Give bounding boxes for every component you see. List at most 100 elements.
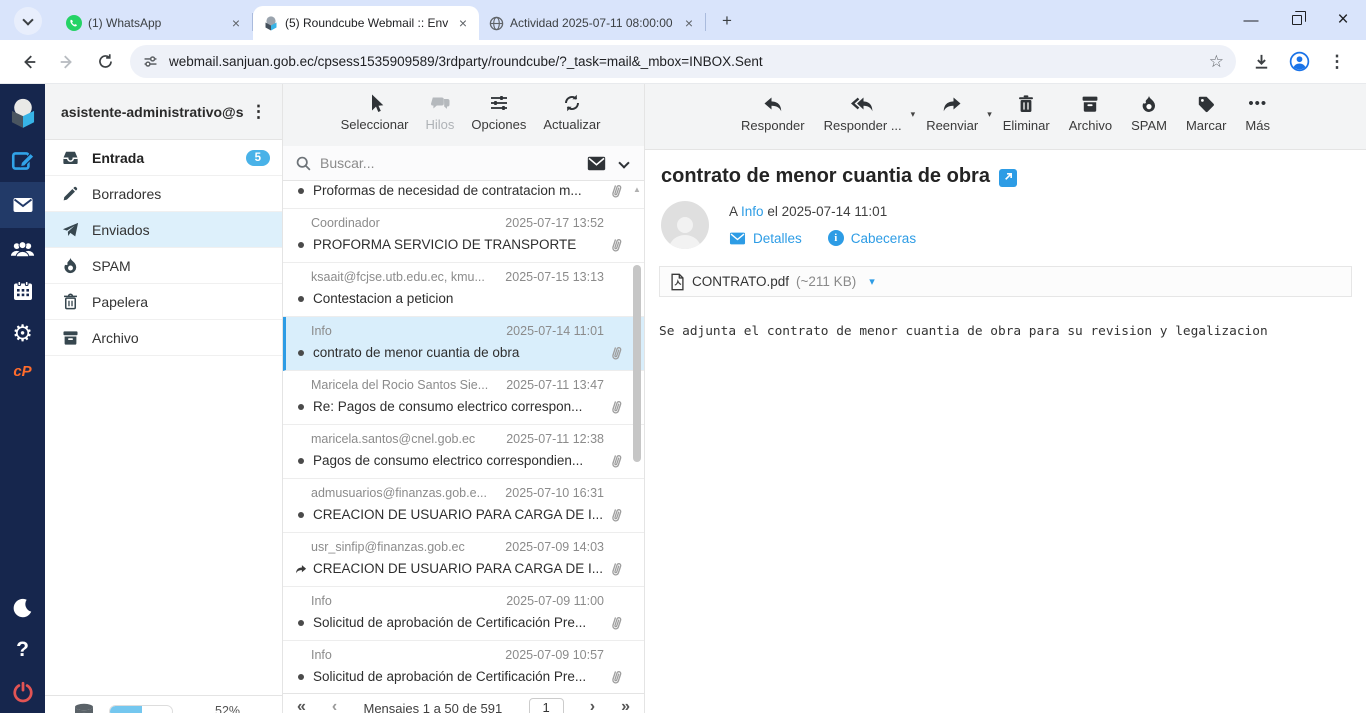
close-icon[interactable]: × — [681, 15, 697, 31]
paperclip-icon — [609, 399, 624, 415]
close-icon[interactable]: × — [228, 15, 244, 31]
select-label: Seleccionar — [341, 117, 409, 132]
select-button[interactable]: Seleccionar — [341, 93, 409, 146]
bookmark-star-icon[interactable]: ☆ — [1209, 52, 1224, 72]
list-scrollbar[interactable]: ▲ ▼ — [631, 185, 643, 709]
download-button[interactable] — [1244, 45, 1278, 79]
restore-button[interactable] — [1274, 0, 1320, 40]
help-button[interactable]: ? — [0, 629, 45, 671]
browser-menu-button[interactable]: ⋮ — [1320, 45, 1354, 79]
search-scope-mail-icon[interactable] — [587, 156, 606, 171]
message-list-row[interactable]: Info 2025-07-14 11:01 contrato de menor … — [283, 317, 644, 371]
row-date: 2025-07-17 13:52 — [505, 216, 604, 230]
spam-fire-icon — [1139, 94, 1159, 114]
reply-button[interactable]: Responder — [741, 94, 805, 149]
scrollbar-thumb[interactable] — [633, 265, 641, 462]
tab-roundcube[interactable]: (5) Roundcube Webmail :: Envia × — [253, 6, 479, 40]
forward-caret-icon[interactable]: ▾ — [987, 109, 992, 120]
settings-button[interactable]: ⚙ — [0, 312, 45, 354]
row-sender: Coordinador — [311, 216, 497, 230]
unread-dot-icon — [298, 242, 304, 248]
message-list-row[interactable]: usr_sinfip@finanzas.gob.ec 2025-07-09 14… — [283, 533, 644, 587]
attachment-row[interactable]: CONTRATO.pdf (~211 KB) ▾ — [659, 266, 1352, 297]
options-button[interactable]: Opciones — [471, 93, 526, 146]
reload-button[interactable] — [88, 45, 122, 79]
address-bar[interactable]: webmail.sanjuan.gob.ec/cpsess1535909589/… — [130, 45, 1236, 78]
mail-nav-button[interactable] — [0, 182, 45, 228]
logout-button[interactable] — [0, 671, 45, 713]
folder-enviados[interactable]: Enviados — [45, 212, 282, 248]
refresh-button[interactable]: Actualizar — [543, 93, 600, 146]
threads-button[interactable]: Hilos — [426, 93, 455, 146]
search-input[interactable] — [320, 155, 579, 171]
cpanel-button[interactable]: cP — [0, 354, 45, 388]
tab-actividad[interactable]: Actividad 2025-07-11 08:00:00 × — [479, 6, 705, 40]
open-in-new-window-icon[interactable] — [999, 169, 1017, 187]
pointer-icon — [365, 93, 385, 113]
row-date: 2025-07-10 16:31 — [505, 486, 604, 500]
message-list-row[interactable]: Info 2025-07-09 11:00 Solicitud de aprob… — [283, 587, 644, 641]
folder-actions-button[interactable]: ⋮ — [244, 102, 274, 122]
date-prefix: el — [767, 204, 778, 219]
tab-search-button[interactable] — [14, 7, 42, 35]
attachment-menu-caret-icon[interactable]: ▾ — [869, 275, 875, 288]
minimize-button[interactable]: — — [1228, 0, 1274, 40]
calendar-icon — [11, 279, 35, 303]
tab-title: (1) WhatsApp — [88, 16, 222, 30]
tab-whatsapp[interactable]: (1) WhatsApp × — [56, 6, 252, 40]
new-tab-button[interactable]: + — [714, 8, 740, 34]
scroll-up-icon[interactable]: ▲ — [633, 185, 641, 194]
message-list-row[interactable]: Coordinador 2025-07-17 13:52 PROFORMA SE… — [283, 209, 644, 263]
row-sender: ksaait@fcjse.utb.edu.ec, kmu... — [311, 270, 497, 284]
message-list-row[interactable]: maricela.santos@cnel.gob.ec 2025-07-11 1… — [283, 425, 644, 479]
recipient-link[interactable]: Info — [741, 204, 764, 219]
dark-mode-button[interactable] — [0, 587, 45, 629]
next-page-button[interactable]: › — [590, 699, 595, 713]
calendar-button[interactable] — [0, 270, 45, 312]
message-list-row[interactable]: admusuarios@finanzas.gob.e... 2025-07-10… — [283, 479, 644, 533]
attachment-size: (~211 KB) — [796, 274, 856, 289]
folder-borradores[interactable]: Borradores — [45, 176, 282, 212]
back-button[interactable] — [12, 45, 46, 79]
details-link[interactable]: Detalles — [753, 231, 802, 246]
mark-button[interactable]: Marcar — [1186, 94, 1226, 149]
mark-label: Marcar — [1186, 118, 1226, 133]
site-settings-icon[interactable] — [142, 53, 159, 70]
paperclip-icon — [609, 183, 624, 199]
message-list-row[interactable]: Maricela del Rocio Santos Sie... 2025-07… — [283, 371, 644, 425]
prev-page-button[interactable]: ‹ — [332, 699, 337, 713]
compose-button[interactable] — [0, 140, 45, 182]
headers-link[interactable]: Cabeceras — [851, 231, 916, 246]
url-text[interactable]: webmail.sanjuan.gob.ec/cpsess1535909589/… — [169, 54, 1209, 69]
forward-button[interactable] — [50, 45, 84, 79]
folder-spam[interactable]: SPAM — [45, 248, 282, 284]
more-button[interactable]: ••• Más — [1245, 94, 1270, 149]
first-page-button[interactable]: « — [297, 699, 306, 713]
close-icon[interactable]: × — [455, 15, 471, 31]
unread-dot-icon — [298, 296, 304, 302]
folder-papelera[interactable]: Papelera — [45, 284, 282, 320]
reload-icon — [97, 53, 114, 70]
message-list-row[interactable]: Coordinador 2025-07-18 13:19 Proformas d… — [283, 181, 644, 209]
delete-button[interactable]: Eliminar — [1003, 94, 1050, 149]
message-list-row[interactable]: Info 2025-07-09 10:57 Solicitud de aprob… — [283, 641, 644, 695]
chevron-down-icon — [22, 14, 33, 25]
spam-button[interactable]: SPAM — [1131, 94, 1167, 149]
contacts-button[interactable] — [0, 228, 45, 270]
message-list-row[interactable]: ksaait@fcjse.utb.edu.ec, kmu... 2025-07-… — [283, 263, 644, 317]
paperclip-icon — [609, 615, 624, 631]
forward-button[interactable]: Reenviar — [926, 94, 978, 149]
archive-button[interactable]: Archivo — [1069, 94, 1112, 149]
last-page-button[interactable]: » — [621, 699, 630, 713]
folder-archivo[interactable]: Archivo — [45, 320, 282, 356]
row-date: 2025-07-15 13:13 — [505, 270, 604, 284]
reply-all-caret-icon[interactable]: ▾ — [911, 109, 916, 120]
close-window-button[interactable]: × — [1320, 0, 1366, 40]
attachment-name[interactable]: CONTRATO.pdf — [692, 274, 789, 289]
search-options-chevron-icon[interactable] — [618, 157, 629, 168]
page-number-input[interactable]: 1 — [529, 698, 564, 713]
reply-all-button[interactable]: Responder ... — [824, 94, 902, 149]
profile-button[interactable] — [1282, 45, 1316, 79]
trash-icon — [61, 292, 80, 311]
folder-entrada[interactable]: Entrada 5 — [45, 140, 282, 176]
